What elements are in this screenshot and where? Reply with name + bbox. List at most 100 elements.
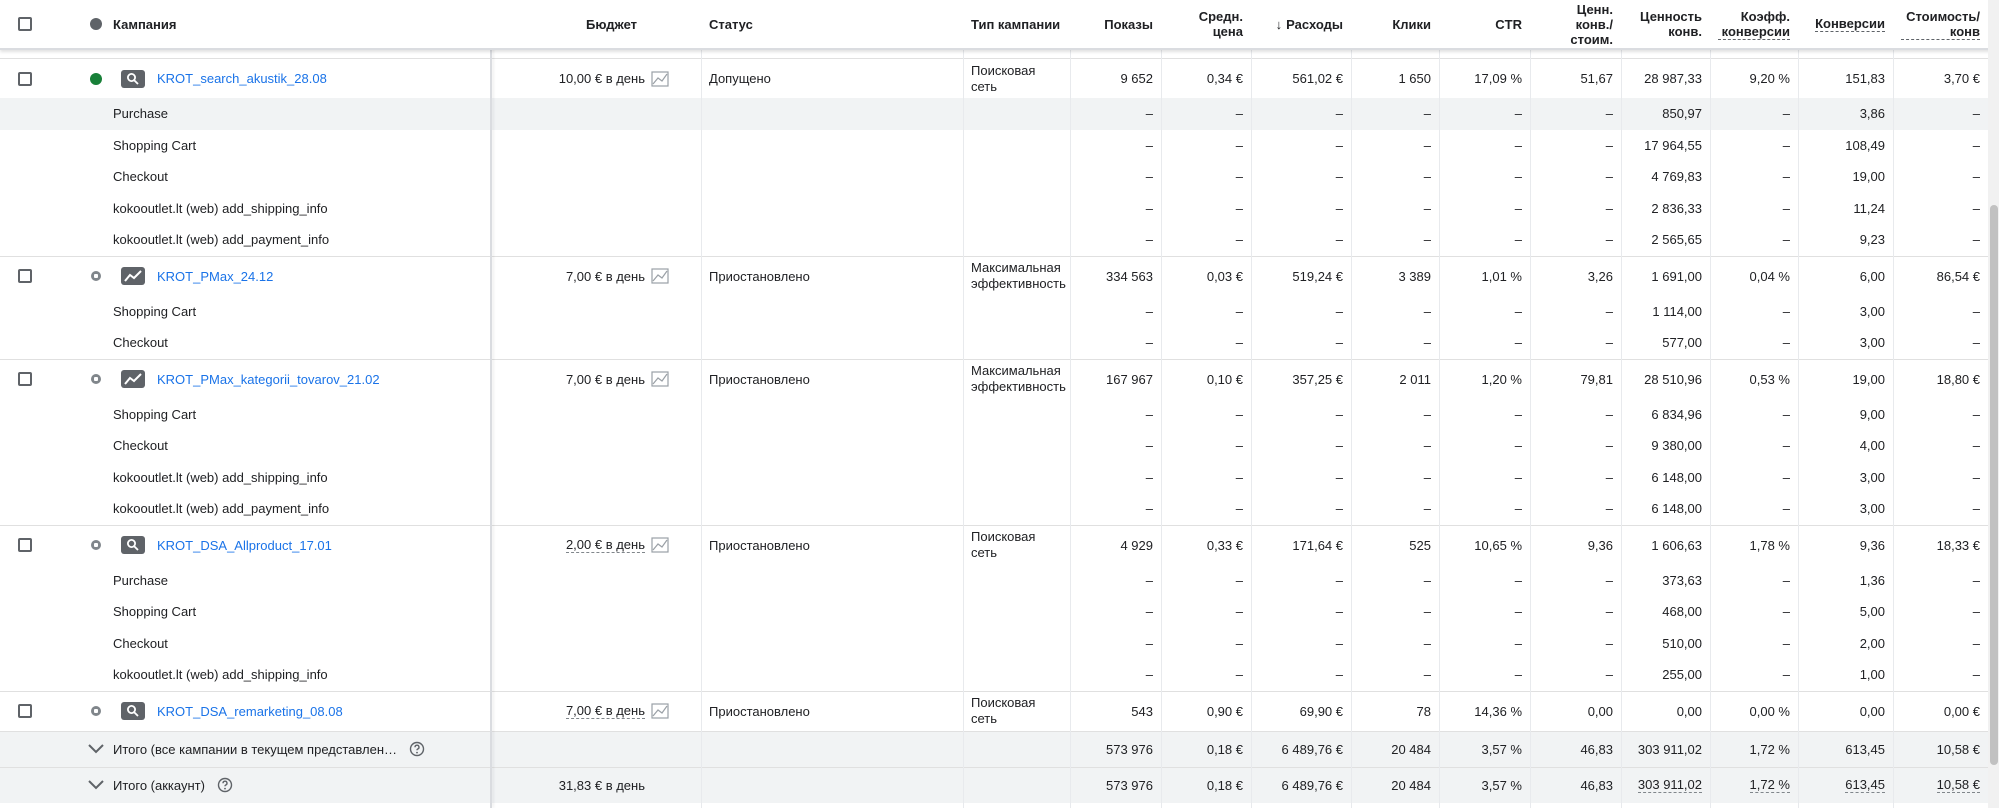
- metric-ctr: 1,01 %: [1439, 257, 1530, 296]
- metric-conv-value: 2 836,33: [1621, 193, 1710, 225]
- empty-value-dash: –: [1235, 303, 1243, 319]
- budget-chart-icon[interactable]: [651, 703, 669, 719]
- campaign-budget-cell[interactable]: 10,00 € в день: [490, 59, 701, 98]
- row-checkbox-cell[interactable]: [0, 526, 57, 565]
- metric-conversions-value: 1,00: [1859, 667, 1885, 683]
- metric-ctr: 10,65 %: [1439, 526, 1530, 565]
- chevron-down-icon[interactable]: [86, 775, 106, 795]
- empty-value-dash: –: [1335, 469, 1343, 485]
- metric-conv-rate: –: [1710, 327, 1798, 359]
- campaign-name-link[interactable]: KROT_search_akustik_28.08: [157, 71, 327, 86]
- select-all-checkbox[interactable]: [17, 17, 32, 31]
- metric-conv-value-value: 2 836,33: [1651, 200, 1702, 216]
- campaign-name-link[interactable]: KROT_PMax_24.12: [157, 269, 273, 284]
- metric-conv-value-value: 9 380,00: [1651, 438, 1702, 454]
- budget-chart-icon[interactable]: [651, 537, 669, 553]
- status-dot-icon: [90, 18, 102, 30]
- select-all-checkbox-cell[interactable]: [0, 0, 57, 48]
- header-conv-rate[interactable]: Коэфф. конверсии: [1710, 0, 1798, 48]
- header-ctr-label: CTR: [1495, 16, 1522, 32]
- header-type[interactable]: Тип кампании: [963, 0, 1070, 48]
- paused-status-icon[interactable]: [91, 374, 101, 384]
- header-cost[interactable]: ↓ Расходы: [1251, 0, 1351, 48]
- metric-conv-value-cost: –: [1530, 462, 1621, 494]
- metric-cost-per-conv: 10,58 €: [1893, 768, 1988, 803]
- row-checkbox[interactable]: [17, 71, 32, 86]
- row-checkbox[interactable]: [17, 704, 32, 718]
- campaign-budget-cell[interactable]: 7,00 € в день: [490, 692, 701, 731]
- metric-conv-value: 1 606,63: [1621, 526, 1710, 565]
- help-icon[interactable]: [217, 777, 233, 793]
- campaign-budget-cell[interactable]: 7,00 € в день: [490, 360, 701, 399]
- metric-avg-cpc: –: [1161, 565, 1251, 597]
- header-cost-per-conv[interactable]: Стоимость/ конв: [1893, 0, 1988, 48]
- row-checkbox-cell[interactable]: [0, 59, 57, 98]
- header-conv-value[interactable]: Ценность конв.: [1621, 0, 1710, 48]
- metric-conversions: 9,00: [1798, 399, 1893, 431]
- chevron-down-icon[interactable]: [86, 739, 106, 759]
- conversion-action-row: Purchase – – – – – – 850,97 – 3,86 –: [0, 98, 1999, 130]
- campaign-name-link[interactable]: KROT_DSA_remarketing_08.08: [157, 704, 343, 719]
- metric-conversions: 11,24: [1798, 193, 1893, 225]
- empty-value-dash: –: [1335, 303, 1343, 319]
- paused-status-icon[interactable]: [91, 271, 101, 281]
- row-checkbox-cell[interactable]: [0, 692, 57, 731]
- budget-chart-icon[interactable]: [651, 268, 669, 284]
- help-icon[interactable]: [409, 741, 425, 757]
- metric-clicks-value: 1 650: [1398, 71, 1431, 86]
- campaign-row[interactable]: KROT_search_akustik_28.08 10,00 € в день Д…: [0, 58, 1999, 98]
- metric-conversions: 19,00: [1798, 360, 1893, 399]
- header-impressions[interactable]: Показы: [1070, 0, 1161, 48]
- metric-conv-value-value: 17 964,55: [1644, 137, 1702, 153]
- enabled-status-icon[interactable]: [90, 72, 102, 85]
- metric-cost-per-conv: –: [1893, 659, 1988, 691]
- header-conversions[interactable]: Конверсии: [1798, 0, 1893, 48]
- metric-conversions: 3,00: [1798, 462, 1893, 494]
- conversion-action-name: Shopping Cart: [113, 604, 197, 620]
- campaign-budget-cell[interactable]: 2,00 € в день: [490, 526, 701, 565]
- row-checkbox-cell[interactable]: [0, 257, 57, 296]
- empty-value-dash: –: [1972, 137, 1980, 153]
- metric-ctr: –: [1439, 296, 1530, 328]
- scrollbar-thumb[interactable]: [1990, 205, 1998, 765]
- budget-chart-icon[interactable]: [651, 371, 669, 387]
- row-checkbox[interactable]: [17, 538, 32, 552]
- campaign-row[interactable]: KROT_DSA_Allproduct_17.01 2,00 € в день Пр…: [0, 524, 1999, 565]
- header-conv-value-cost[interactable]: Ценн. конв./ стоим.: [1530, 0, 1621, 48]
- conversion-action-name: kokooutlet.lt (web) add_shipping_info: [113, 200, 328, 216]
- header-ctr[interactable]: CTR: [1439, 0, 1530, 48]
- paused-status-icon[interactable]: [91, 540, 101, 550]
- campaign-budget-cell[interactable]: 7,00 € в день: [490, 257, 701, 296]
- conversion-action-name-cell: Purchase: [105, 98, 490, 130]
- metric-cost-per-conv: –: [1893, 98, 1988, 130]
- campaign-type-text: Максимальная эффективность: [971, 363, 1066, 394]
- row-checkbox[interactable]: [17, 372, 32, 386]
- campaign-name-link[interactable]: KROT_PMax_kategorii_tovarov_21.02: [157, 372, 387, 387]
- campaign-row[interactable]: KROT_PMax_24.12 7,00 € в день Приостановле…: [0, 255, 1999, 296]
- header-cost-label: Расходы: [1286, 16, 1343, 32]
- campaign-name-link[interactable]: KROT_DSA_Allproduct_17.01: [157, 538, 332, 553]
- column-divider: [701, 0, 702, 808]
- header-avg-cpc[interactable]: Средн. цена: [1161, 0, 1251, 48]
- empty-value-dash: –: [1145, 137, 1153, 153]
- paused-status-icon[interactable]: [91, 706, 101, 716]
- header-status[interactable]: Статус: [701, 0, 963, 48]
- row-checkbox[interactable]: [17, 269, 32, 283]
- metric-conversions-value: 3,00: [1859, 335, 1885, 351]
- campaign-type-text: Поисковая сеть: [971, 695, 1036, 726]
- metric-cost-value: 6 489,76 €: [1281, 777, 1343, 793]
- campaign-row[interactable]: KROT_DSA_remarketing_08.08 7,00 € в день П…: [0, 690, 1999, 731]
- metric-avg-cpc: –: [1161, 596, 1251, 628]
- metric-conversions-value: 108,49: [1845, 137, 1885, 153]
- totals-label-cell: Итого (аккаунт): [105, 768, 490, 803]
- row-checkbox-cell[interactable]: [0, 360, 57, 399]
- header-budget[interactable]: Бюджет: [490, 0, 701, 48]
- campaign-budget-value: 10,00 € в день: [558, 71, 645, 86]
- campaign-type-cell: Поисковая сеть: [963, 692, 1070, 731]
- header-campaign[interactable]: Кампания: [105, 0, 490, 48]
- metric-conv-value-cost: –: [1530, 98, 1621, 130]
- metric-conv-rate: 0,00 %: [1710, 692, 1798, 731]
- header-clicks[interactable]: Клики: [1351, 0, 1439, 48]
- campaign-row[interactable]: KROT_PMax_kategorii_tovarov_21.02 7,00 € …: [0, 358, 1999, 399]
- budget-chart-icon[interactable]: [651, 70, 669, 87]
